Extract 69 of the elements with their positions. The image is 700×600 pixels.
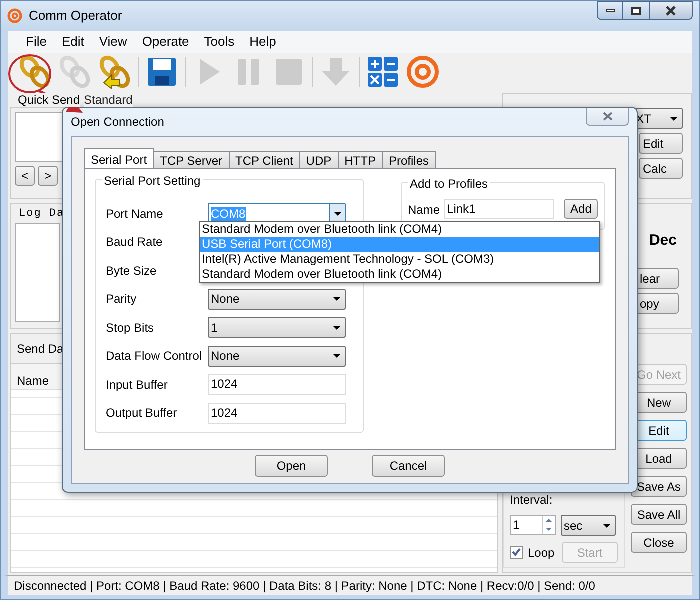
dropdown[interactable]: None (208, 346, 346, 367)
dropdown[interactable]: None (208, 288, 346, 310)
text-area[interactable] (15, 112, 65, 162)
maximize-button[interactable] (623, 1, 649, 20)
tab[interactable]: TCP Server (153, 150, 230, 169)
dropdown-option[interactable]: Standard Modem over Bluetooth link (COM4) (200, 267, 599, 282)
panel-button[interactable]: Edit (639, 133, 683, 154)
input-field[interactable]: Link1 (444, 198, 554, 219)
tab[interactable]: UDP (299, 150, 339, 169)
tab[interactable]: Standard (84, 93, 133, 107)
field-label: Name (408, 202, 440, 219)
menu-item[interactable]: Operate (136, 32, 196, 52)
field-label: Data Flow Control (106, 348, 204, 366)
dropdown-arrow-icon (333, 354, 341, 358)
tab[interactable]: Profiles (382, 150, 436, 169)
field-label: Input Buffer (106, 376, 169, 394)
dropdown-arrow-icon (670, 116, 678, 120)
tab[interactable]: Serial Port (84, 148, 154, 169)
action-button[interactable]: Close (631, 532, 687, 553)
log-button[interactable]: lear (635, 268, 679, 289)
chain-icon[interactable] (18, 55, 52, 89)
menu-item[interactable]: File (20, 32, 53, 52)
menu-item[interactable]: Edit (56, 32, 90, 52)
dialog-title: Open Connection (71, 114, 164, 131)
dropdown-arrow-icon (333, 326, 341, 330)
calculator-icon[interactable] (366, 55, 400, 89)
chain-icon[interactable] (98, 55, 132, 89)
action-button[interactable]: Save All (631, 504, 687, 525)
field-label: Port Name (106, 206, 164, 223)
dialog-button[interactable]: Open (255, 455, 328, 478)
loop-checkbox[interactable] (510, 546, 523, 559)
menu-item[interactable]: View (93, 32, 134, 52)
close-icon (602, 112, 612, 121)
highlight-ring (8, 54, 52, 94)
log-button[interactable]: opy (635, 293, 679, 314)
status-bar: Disconnected | Port: COM8 | Baud Rate: 9600 | Data Bits: 8 | Parity: None | DTC: None | Recv:0/0 | Send: 0/0 (1, 575, 699, 599)
tab[interactable]: TCP Client (228, 150, 300, 169)
nav-button[interactable]: < (15, 166, 35, 186)
add-button[interactable]: Add (564, 198, 598, 219)
dropdown-arrow-icon (334, 212, 342, 216)
interval-label: Interval: (510, 492, 554, 509)
dropdown-option[interactable]: Standard Modem over Bluetooth link (COM4) (200, 222, 599, 237)
interval-spinner[interactable]: 1 (510, 515, 556, 535)
input-field[interactable]: 1024 (208, 374, 346, 396)
minimize-button[interactable] (597, 1, 623, 20)
close-icon (666, 6, 676, 16)
tab[interactable]: Quick Send (18, 93, 80, 107)
field-label: Output Buffer (106, 405, 178, 422)
menu-item[interactable]: Tools (198, 32, 241, 52)
dropdown-arrow-icon (333, 297, 341, 302)
nav-button[interactable]: > (38, 166, 58, 186)
app-logo-icon[interactable] (406, 55, 440, 89)
menu-item[interactable]: Help (244, 32, 282, 52)
radio-label[interactable]: Dec (649, 230, 677, 252)
unit-select[interactable]: sec (561, 515, 616, 536)
dropdown-option[interactable]: Intel(R) Active Management Technology - SOL (COM3) (200, 252, 599, 267)
dropdown[interactable]: 1 (208, 317, 346, 338)
close-button[interactable] (649, 1, 693, 20)
input-field[interactable]: 1024 (208, 402, 346, 424)
dialog-button[interactable]: Cancel (372, 455, 445, 478)
loop-label: Loop (528, 544, 555, 562)
panel-button[interactable]: Calc (639, 158, 683, 179)
tab[interactable]: HTTP (338, 150, 383, 169)
window-title: Comm Operator (29, 7, 122, 26)
action-button[interactable]: Save As (631, 476, 687, 497)
field-label: Stop Bits (106, 320, 156, 337)
field-label: Parity (106, 291, 138, 308)
dropdown-arrow-icon (603, 524, 611, 528)
app-logo-icon (7, 8, 23, 24)
